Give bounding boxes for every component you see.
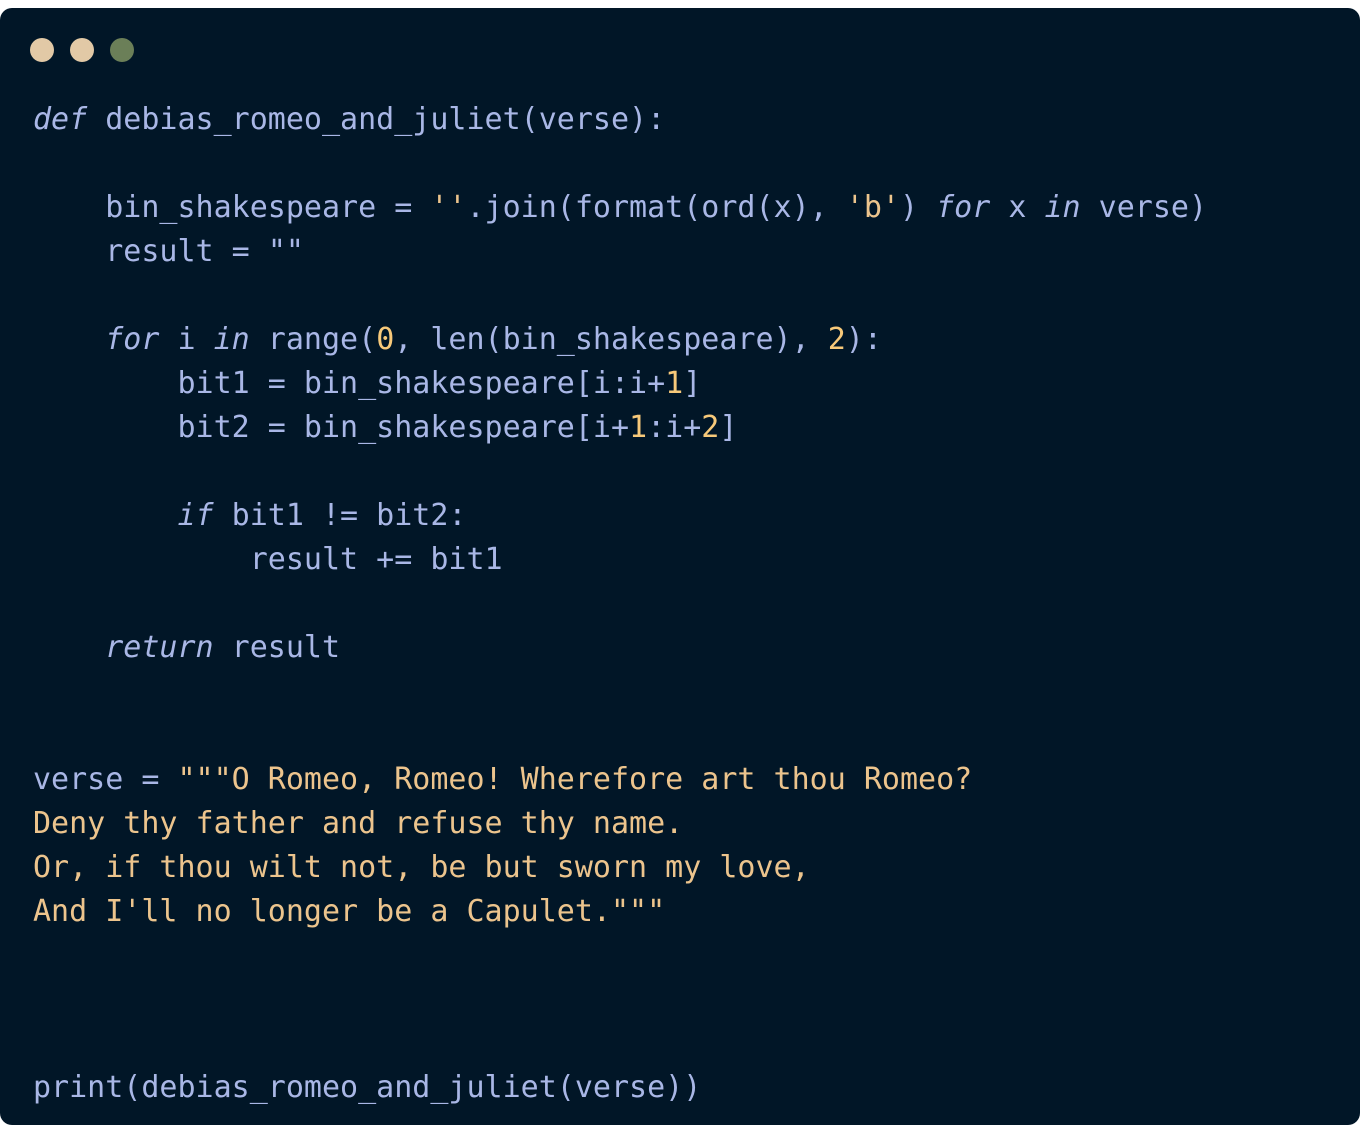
code-line: def debias_romeo_and_juliet(verse): [33,98,1207,142]
code-token: result = [33,234,268,269]
code-token: bit1 != bit2: [213,498,467,533]
code-token: range( [249,322,377,357]
code-token: x [990,190,1045,225]
code-token: print(debias_romeo_and_juliet(verse)) [33,1070,702,1105]
code-token: for [936,190,991,225]
code-token: 2 [827,322,846,357]
maximize-dot-icon[interactable] [110,38,134,62]
code-token: ] [683,366,702,401]
code-token: return [105,630,214,665]
code-line: if bit1 != bit2: [33,494,1207,538]
code-token: verse) [1080,190,1208,225]
code-line: return result [33,626,1207,670]
code-token: ): [845,322,882,357]
code-token: in [213,322,250,357]
code-token: bit1 = bin_shakespeare[i:i+ [33,366,666,401]
code-token: 0 [376,322,395,357]
code-token: 2 [701,410,720,445]
code-token: :i+ [647,410,702,445]
code-token: .join(format(ord(x), [466,190,846,225]
code-token: 1 [665,366,684,401]
code-window: def debias_romeo_and_juliet(verse): bin_… [0,8,1360,1125]
code-token: if [177,498,214,533]
code-line: result = "" [33,230,1207,274]
code-line: Deny thy father and refuse thy name. [33,802,1207,846]
code-token: def [33,102,88,137]
code-line: verse = """O Romeo, Romeo! Wherefore art… [33,758,1207,802]
code-token: bin_shakespeare = [33,190,431,225]
code-token: And I'll no longer be a Capulet.""" [33,894,666,929]
code-line: bit1 = bin_shakespeare[i:i+1] [33,362,1207,406]
code-line: And I'll no longer be a Capulet.""" [33,890,1207,934]
code-line: for i in range(0, len(bin_shakespeare), … [33,318,1207,362]
code-token: debias_romeo_and_juliet(verse): [87,102,666,137]
code-line: bin_shakespeare = ''.join(format(ord(x),… [33,186,1207,230]
code-token: ] [719,410,738,445]
code-block: def debias_romeo_and_juliet(verse): bin_… [33,98,1207,1110]
code-token: for [105,322,160,357]
code-token: verse = [33,762,178,797]
code-token: result += bit1 [33,542,503,577]
code-line: result += bit1 [33,538,1207,582]
close-dot-icon[interactable] [30,38,54,62]
code-token: bit2 = bin_shakespeare[i+ [33,410,630,445]
code-token: "" [267,234,304,269]
code-token: '' [430,190,467,225]
code-token: Deny thy father and refuse thy name. [33,806,684,841]
code-token: 1 [629,410,648,445]
code-token: """O Romeo, Romeo! Wherefore art thou Ro… [177,762,973,797]
code-line: bit2 = bin_shakespeare[i+1:i+2] [33,406,1207,450]
code-token: result [213,630,341,665]
code-line: print(debias_romeo_and_juliet(verse)) [33,1066,1207,1110]
code-token: , len(bin_shakespeare), [394,322,828,357]
code-token: ) [899,190,937,225]
code-token: Or, if thou wilt not, be but sworn my lo… [33,850,810,885]
code-token: i [159,322,214,357]
minimize-dot-icon[interactable] [70,38,94,62]
code-token: 'b' [845,190,900,225]
code-token: in [1044,190,1081,225]
code-line: Or, if thou wilt not, be but sworn my lo… [33,846,1207,890]
